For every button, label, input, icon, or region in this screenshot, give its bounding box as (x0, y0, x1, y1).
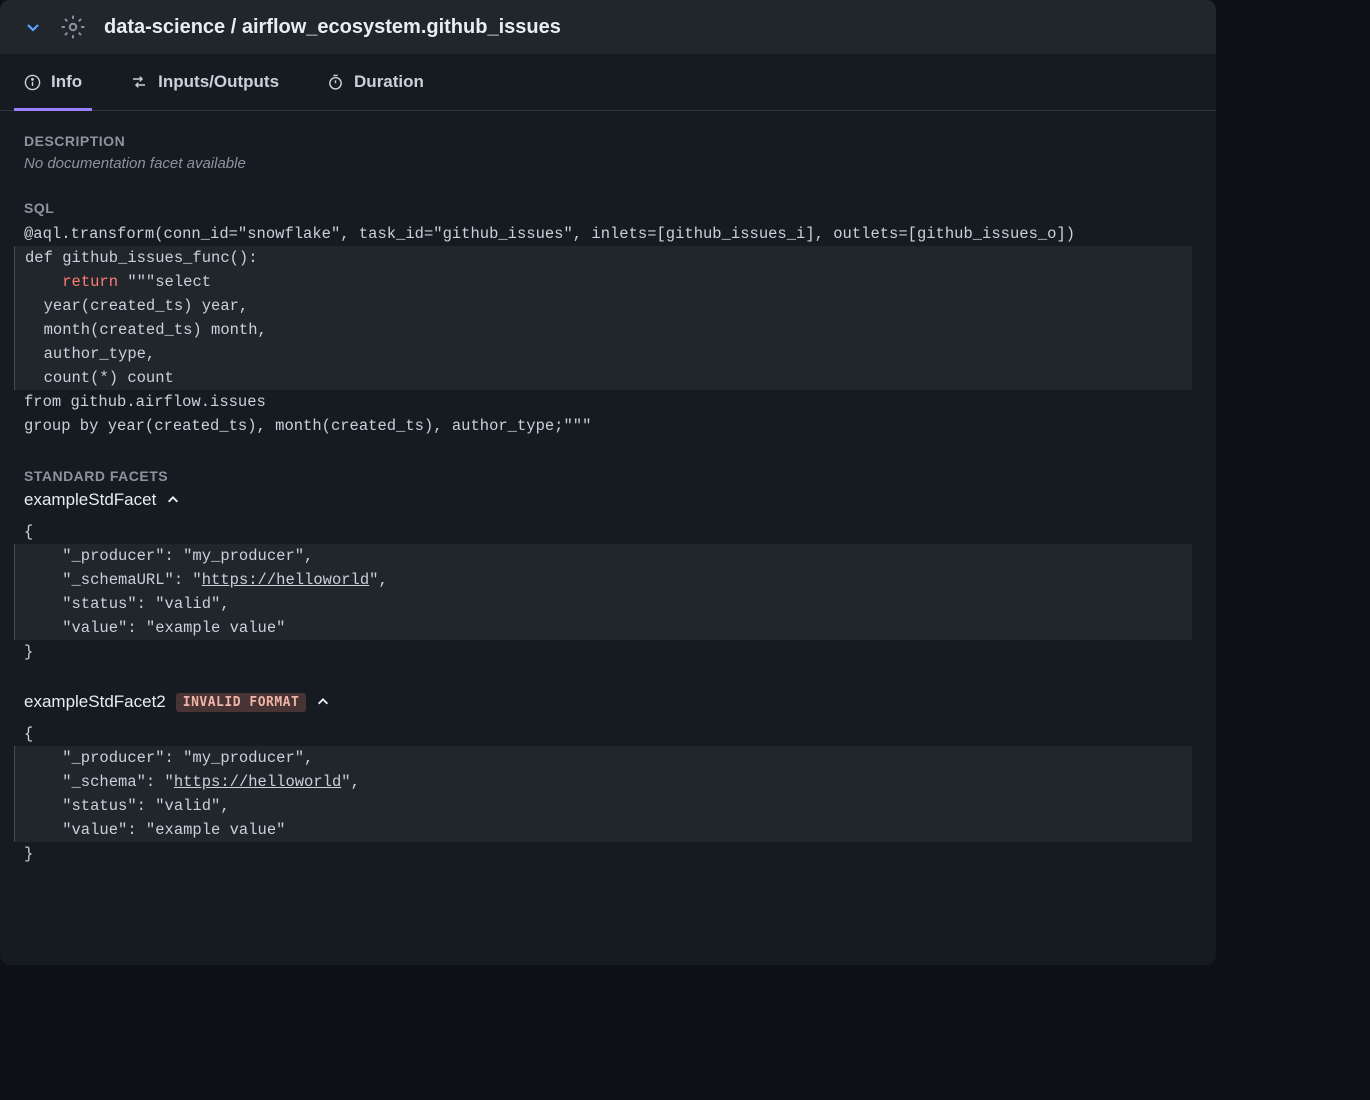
json-line: "value": "example value" (25, 619, 285, 637)
json-url: https://helloworld (202, 571, 369, 589)
json-line: { (24, 725, 33, 743)
standard-facets-label: STANDARD FACETS (24, 468, 1192, 484)
sql-line: def github_issues_func(): (25, 249, 258, 267)
sql-line: author_type, (25, 345, 155, 363)
json-line: "_schema": " (25, 773, 174, 791)
tab-inputs-outputs[interactable]: Inputs/Outputs (120, 54, 289, 110)
chevron-up-icon (166, 493, 180, 507)
sql-line: """select (118, 273, 211, 291)
facet-json-1: { "_producer": "my_producer", "_schemaUR… (24, 520, 1192, 664)
json-line: "status": "valid", (25, 595, 230, 613)
tabs: Info Inputs/Outputs Duration (0, 54, 1216, 111)
json-line: { (24, 523, 33, 541)
json-line: ", (369, 571, 388, 589)
content: DESCRIPTION No documentation facet avail… (0, 111, 1216, 916)
chevron-up-icon (316, 695, 330, 709)
json-line: "status": "valid", (25, 797, 230, 815)
tab-label: Info (51, 72, 82, 92)
sql-line: month(created_ts) month, (25, 321, 267, 339)
tab-duration[interactable]: Duration (317, 54, 434, 110)
info-icon (24, 74, 41, 91)
json-url: https://helloworld (174, 773, 341, 791)
description-label: DESCRIPTION (24, 133, 1192, 149)
sql-return-keyword: return (62, 273, 118, 291)
io-icon (130, 73, 148, 91)
sql-label: SQL (24, 200, 1192, 216)
json-line: "value": "example value" (25, 821, 285, 839)
facet-json-2: { "_producer": "my_producer", "_schema":… (24, 722, 1192, 866)
description-value: No documentation facet available (24, 155, 1192, 172)
chevron-down-icon[interactable] (24, 18, 42, 36)
stopwatch-icon (327, 74, 344, 91)
facet-header-2[interactable]: exampleStdFacet2 INVALID FORMAT (24, 692, 1192, 712)
facet-name: exampleStdFacet (24, 490, 156, 510)
gear-icon (60, 14, 86, 40)
tab-label: Inputs/Outputs (158, 72, 279, 92)
json-line: "_producer": "my_producer", (25, 749, 313, 767)
json-line: } (24, 845, 33, 863)
breadcrumb: data-science / airflow_ecosystem.github_… (104, 16, 561, 39)
sql-block: @aql.transform(conn_id="snowflake", task… (24, 222, 1192, 438)
json-line: ", (341, 773, 360, 791)
tab-label: Duration (354, 72, 424, 92)
header: data-science / airflow_ecosystem.github_… (0, 0, 1216, 54)
facet-header-1[interactable]: exampleStdFacet (24, 490, 1192, 510)
sql-indent (25, 273, 62, 291)
json-line: "_producer": "my_producer", (25, 547, 313, 565)
sql-line: group by year(created_ts), month(created… (24, 417, 591, 435)
invalid-format-badge: INVALID FORMAT (176, 693, 307, 712)
sql-line: year(created_ts) year, (25, 297, 248, 315)
json-line: "_schemaURL": " (25, 571, 202, 589)
json-line: } (24, 643, 33, 661)
sql-line: from github.airflow.issues (24, 393, 266, 411)
facet-name: exampleStdFacet2 (24, 692, 166, 712)
tab-info[interactable]: Info (14, 54, 92, 110)
sql-line: @aql.transform(conn_id="snowflake", task… (24, 225, 1075, 243)
sql-line: count(*) count (25, 369, 174, 387)
